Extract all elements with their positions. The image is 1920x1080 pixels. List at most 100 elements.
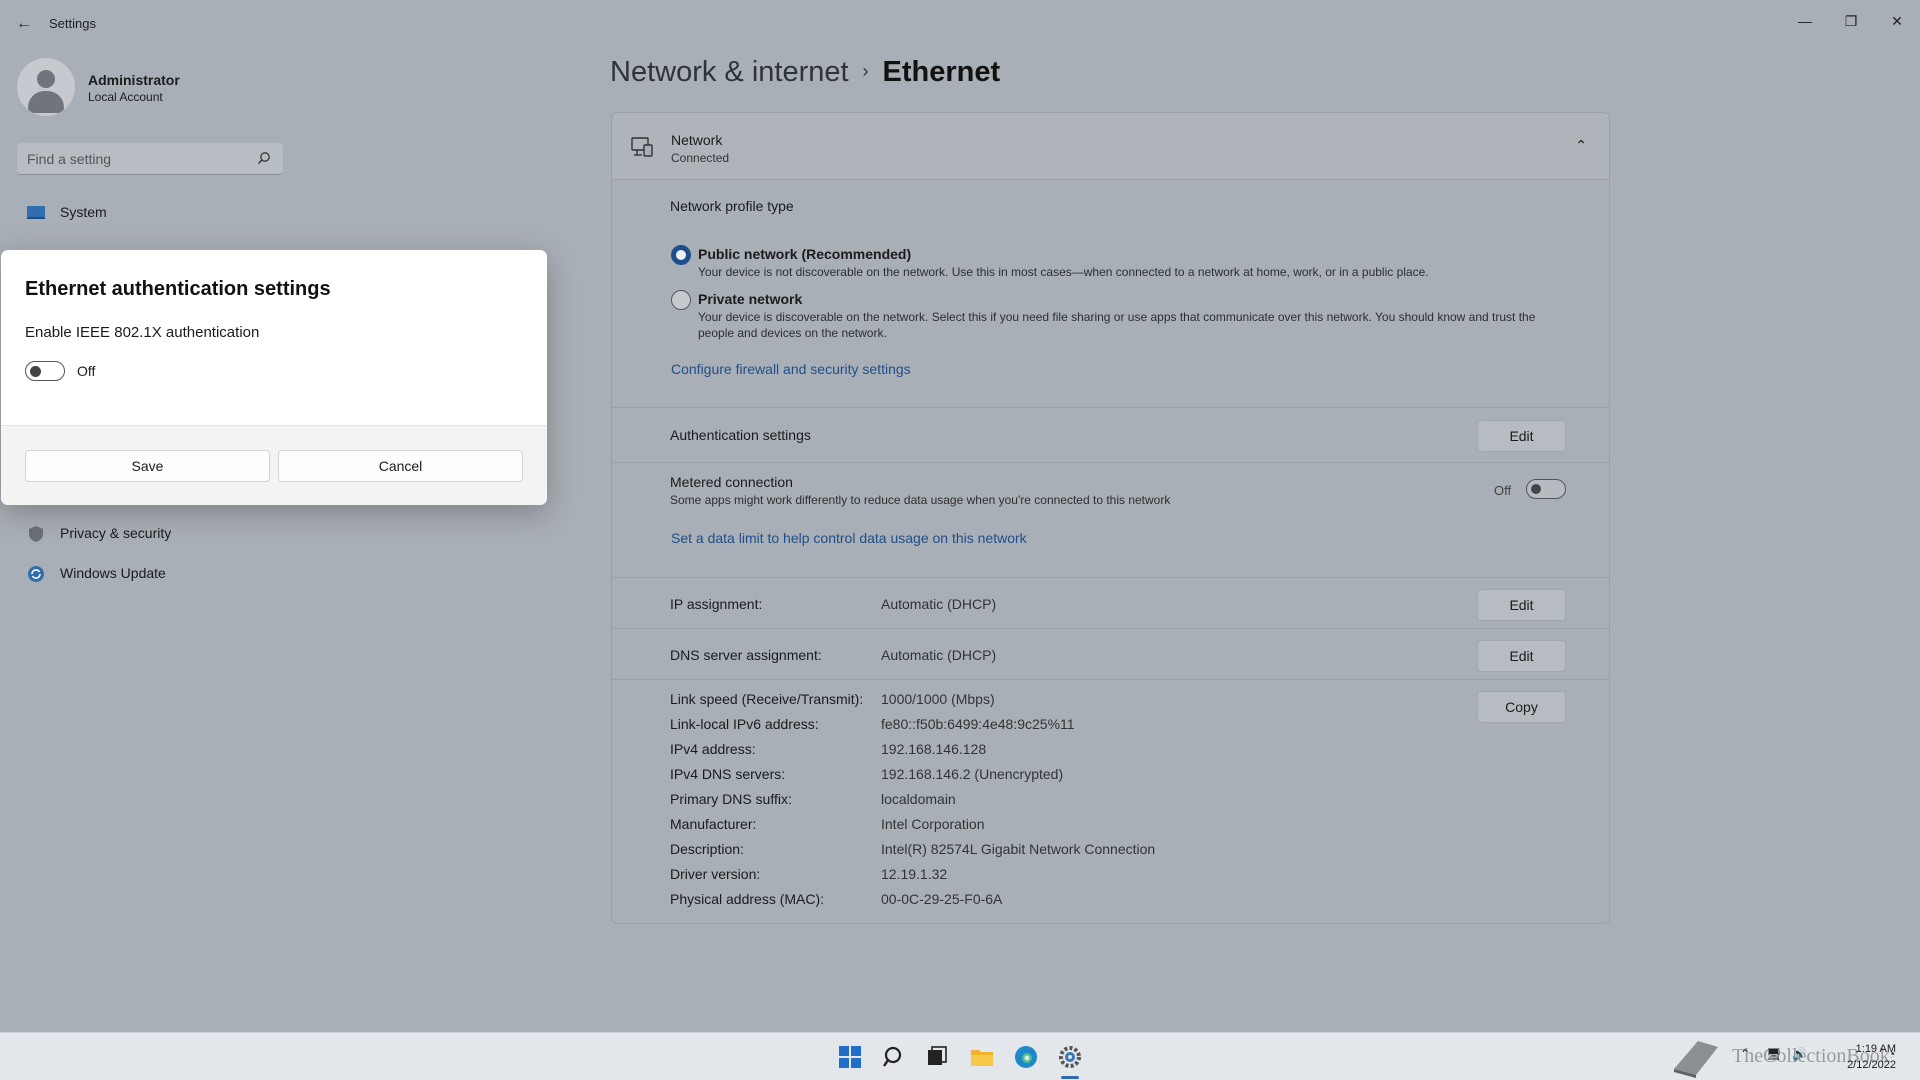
property-value: 1000/1000 (Mbps)	[881, 691, 995, 707]
edge-icon[interactable]	[1012, 1043, 1040, 1071]
property-value: localdomain	[881, 791, 956, 807]
public-network-label: Public network (Recommended)	[698, 246, 912, 262]
ethernet-auth-dialog: Ethernet authentication settings Enable …	[1, 250, 547, 505]
property-key: Link speed (Receive/Transmit):	[670, 691, 864, 707]
network-card-header[interactable]: Network Connected ⌃	[611, 112, 1610, 180]
settings-window: ← Settings — ❐ ✕ Administrator Local Acc…	[0, 0, 1920, 1032]
divider	[612, 407, 1609, 408]
settings-gear-icon[interactable]	[1056, 1043, 1084, 1071]
account-type: Local Account	[88, 90, 163, 104]
clock-date[interactable]: 2/12/2022	[1822, 1059, 1896, 1071]
dns-assignment-value: Automatic (DHCP)	[881, 647, 997, 663]
sidebar-item-windows-update[interactable]: Windows Update	[18, 556, 288, 592]
file-explorer-icon[interactable]	[968, 1043, 996, 1071]
property-key: Description:	[670, 841, 744, 857]
property-value: Intel(R) 82574L Gigabit Network Connecti…	[881, 841, 1156, 857]
dns-assignment-label: DNS server assignment:	[670, 647, 822, 663]
search-icon[interactable]	[880, 1043, 908, 1071]
property-key: Physical address (MAC):	[670, 891, 825, 907]
property-key: Primary DNS suffix:	[670, 791, 792, 807]
divider	[612, 462, 1609, 463]
sidebar-item-privacy-security[interactable]: Privacy & security	[18, 516, 288, 552]
page-title: Ethernet	[882, 56, 1001, 88]
ieee-8021x-label: Enable IEEE 802.1X authentication	[25, 324, 260, 341]
search-icon[interactable]	[257, 151, 271, 165]
network-icon[interactable]: 🖥	[1766, 1047, 1781, 1061]
back-arrow-icon[interactable]: ←	[14, 14, 34, 34]
start-icon[interactable]	[836, 1043, 864, 1071]
task-view-icon[interactable]	[923, 1043, 951, 1071]
property-key: IPv4 address:	[670, 741, 756, 757]
copy-button[interactable]: Copy	[1477, 691, 1566, 723]
auth-edit-button[interactable]: Edit	[1477, 420, 1566, 452]
ip-edit-button[interactable]: Edit	[1477, 589, 1566, 621]
avatar-body	[28, 91, 64, 113]
property-key: Link-local IPv6 address:	[670, 716, 819, 732]
divider	[612, 628, 1609, 629]
data-limit-link[interactable]: Set a data limit to help control data us…	[671, 530, 1027, 546]
property-key: Driver version:	[670, 866, 761, 882]
public-network-radio[interactable]	[671, 245, 691, 265]
notification-icon[interactable]: ◔	[1888, 1047, 1895, 1061]
sidebar-item-label: System	[60, 204, 107, 220]
property-value: 00-0C-29-25-F0-6A	[881, 891, 1003, 907]
metered-connection-label: Metered connection	[670, 474, 793, 490]
save-button[interactable]: Save	[25, 450, 270, 482]
divider	[612, 577, 1609, 578]
private-network-label: Private network	[698, 291, 803, 307]
network-card-body: Network profile type Public network (Rec…	[611, 180, 1610, 924]
sidebar-item-system[interactable]: System	[18, 195, 288, 231]
title-bar: ← Settings — ❐ ✕	[0, 0, 1920, 48]
ip-assignment-value: Automatic (DHCP)	[881, 596, 997, 612]
property-value: Intel Corporation	[881, 816, 985, 832]
property-key: IPv4 DNS servers:	[670, 766, 786, 782]
ethernet-icon	[631, 137, 653, 157]
property-key: Manufacturer:	[670, 816, 757, 832]
cancel-button[interactable]: Cancel	[278, 450, 523, 482]
avatar-head	[37, 70, 55, 88]
chevron-up-icon[interactable]: ⌃	[1575, 137, 1587, 154]
public-network-desc: Your device is not discoverable on the n…	[698, 265, 1429, 279]
metered-connection-toggle[interactable]	[1526, 479, 1566, 499]
dialog-title: Ethernet authentication settings	[25, 278, 331, 300]
avatar[interactable]	[17, 58, 75, 116]
property-value: 192.168.146.2 (Unencrypted)	[881, 766, 1064, 782]
private-network-desc: Your device is discoverable on the netwo…	[698, 310, 1536, 340]
ieee-8021x-toggle[interactable]	[25, 361, 65, 381]
system-icon	[27, 206, 45, 219]
divider	[612, 679, 1609, 680]
private-network-radio[interactable]	[671, 290, 691, 310]
taskbar: TheCollectionBook ⌃ 🖥 🔊 1:19 AM 2/12/202…	[0, 1032, 1920, 1080]
user-name: Administrator	[88, 72, 180, 88]
metered-connection-desc: Some apps might work differently to redu…	[670, 493, 1171, 507]
volume-icon[interactable]: 🔊	[1792, 1047, 1807, 1061]
clock-time[interactable]: 1:19 AM	[1836, 1043, 1896, 1055]
breadcrumb-separator-icon: ›	[862, 61, 869, 81]
sidebar-item-label: Windows Update	[60, 565, 166, 581]
authentication-settings-label: Authentication settings	[670, 427, 811, 443]
chevron-up-icon[interactable]: ⌃	[1740, 1047, 1750, 1061]
breadcrumb-parent[interactable]: Network & internet	[610, 56, 849, 88]
network-name: Network	[671, 132, 723, 148]
ieee-8021x-toggle-state: Off	[77, 363, 96, 379]
metered-toggle-state: Off	[1494, 483, 1512, 498]
active-app-indicator	[1061, 1076, 1079, 1079]
breadcrumb: Network & internet › Ethernet	[610, 56, 1000, 89]
search-box[interactable]	[17, 143, 283, 175]
dns-edit-button[interactable]: Edit	[1477, 640, 1566, 672]
property-value: fe80::f50b:6499:4e48:9c25%11	[881, 716, 1075, 732]
toggle-knob	[1531, 484, 1541, 494]
dialog-footer: Save Cancel	[1, 425, 547, 505]
book-logo-icon	[1674, 1041, 1718, 1078]
minimize-button[interactable]: —	[1782, 6, 1828, 36]
shield-icon	[29, 526, 43, 542]
toggle-knob	[30, 366, 41, 377]
close-button[interactable]: ✕	[1874, 6, 1920, 36]
app-title: Settings	[49, 16, 96, 31]
search-input[interactable]	[27, 149, 247, 169]
firewall-settings-link[interactable]: Configure firewall and security settings	[671, 361, 911, 377]
network-status: Connected	[671, 151, 730, 165]
profile-heading: Network profile type	[670, 198, 794, 214]
sidebar-item-label: Privacy & security	[60, 525, 172, 541]
restore-button[interactable]: ❐	[1828, 6, 1874, 36]
